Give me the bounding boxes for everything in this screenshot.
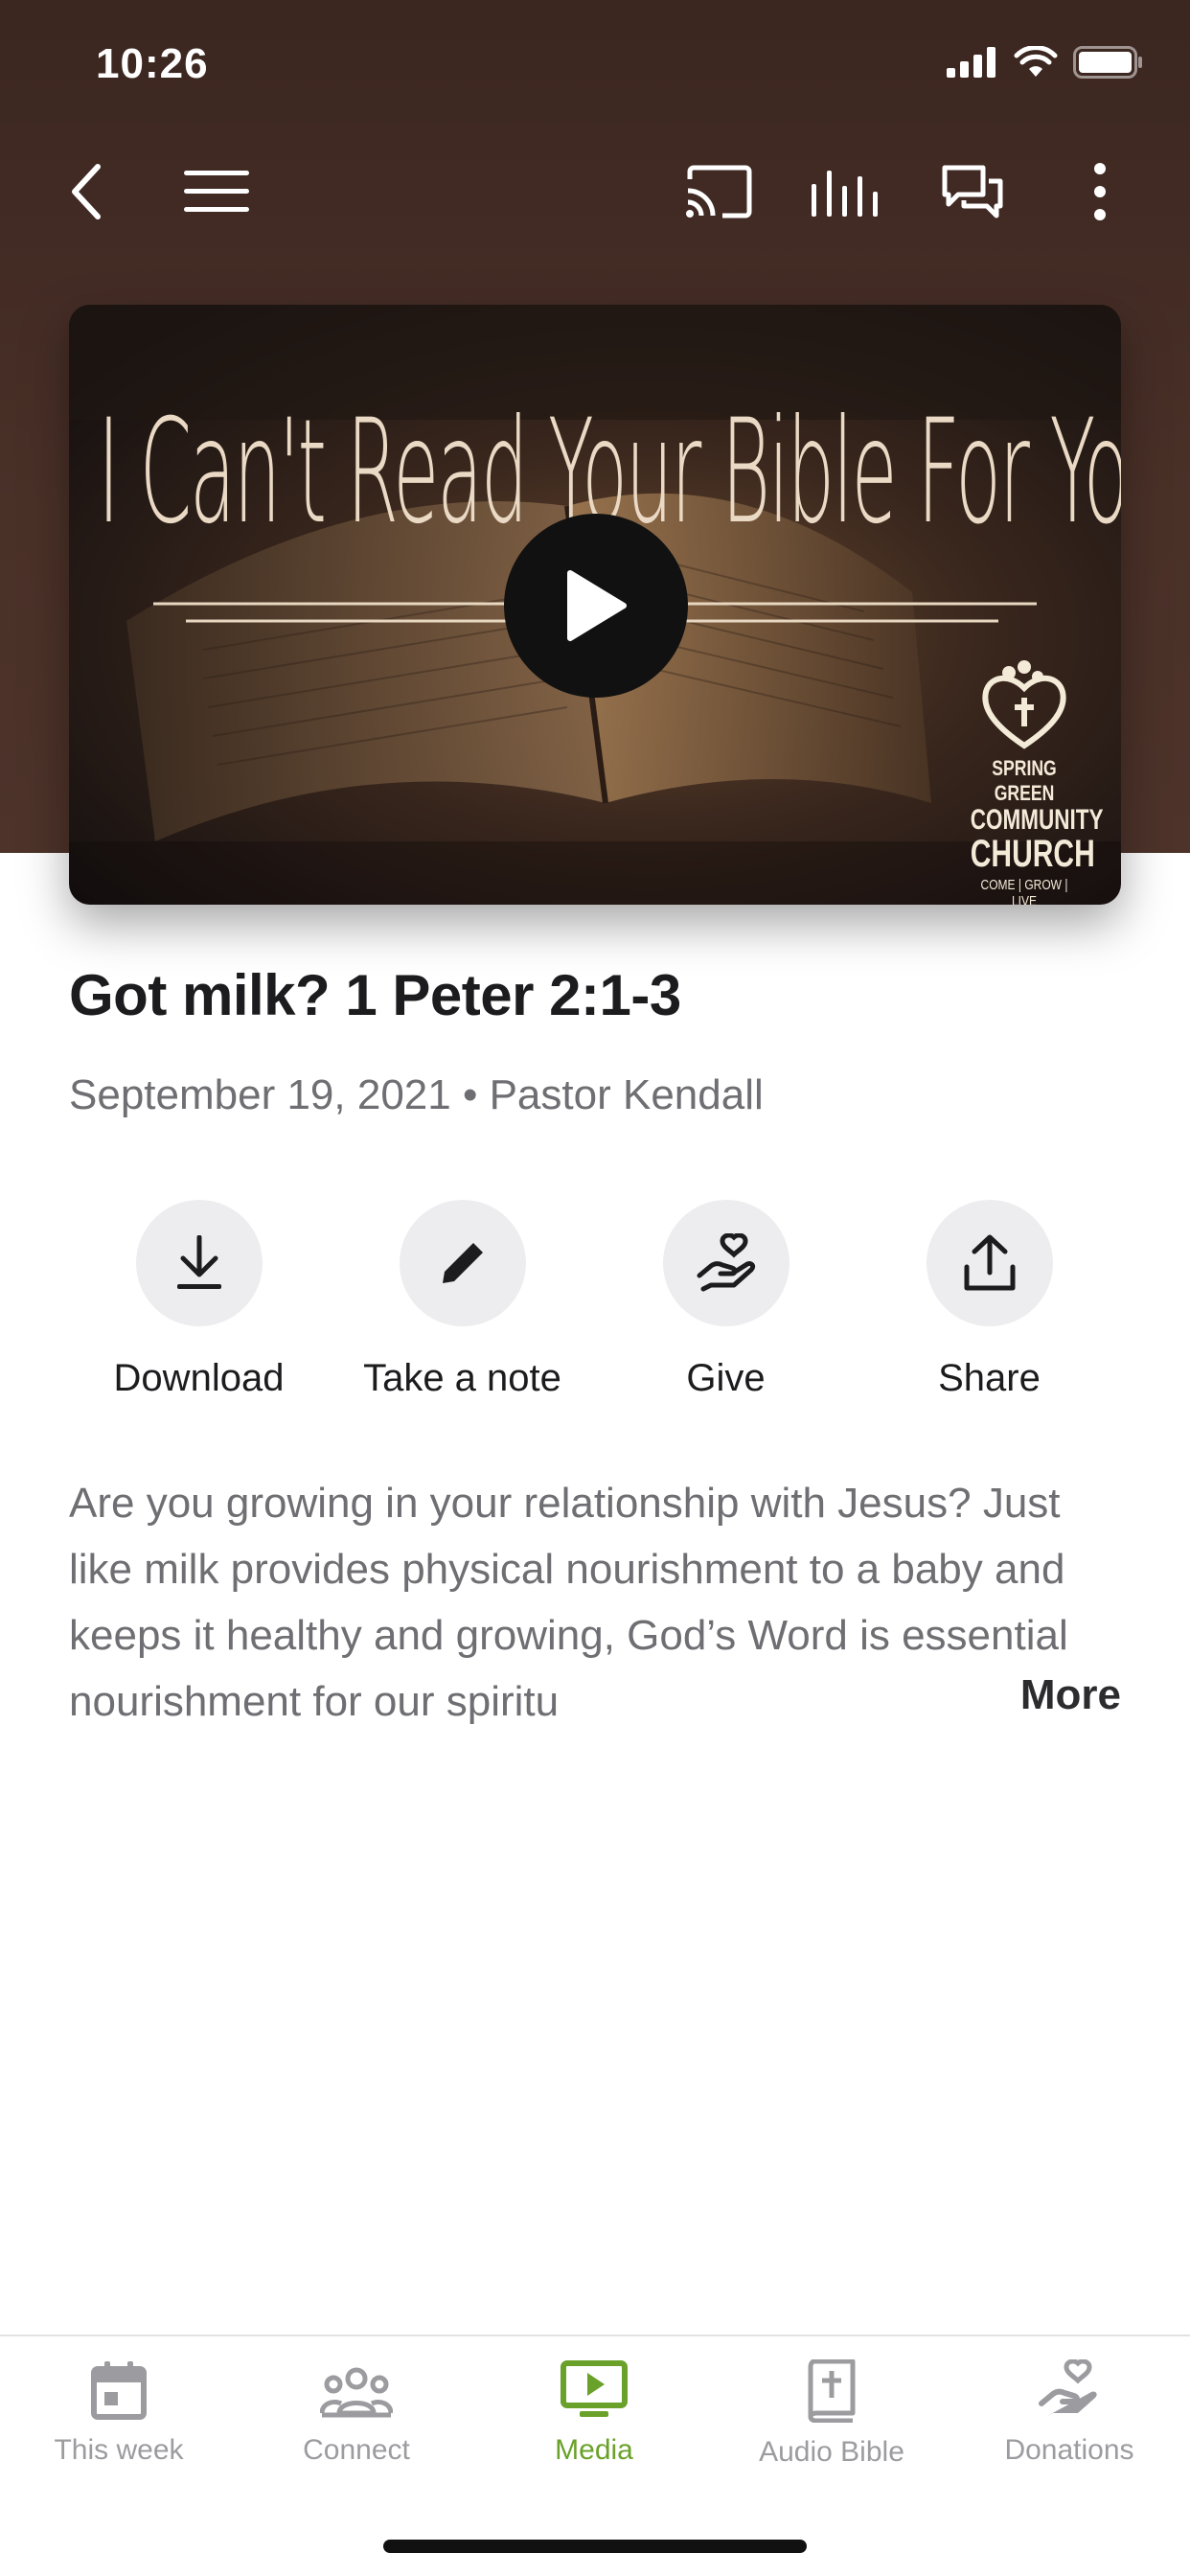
action-row: Download Take a note Give Share xyxy=(67,1200,1121,1400)
tab-this-week[interactable]: This week xyxy=(0,2359,238,2467)
top-toolbar xyxy=(0,126,1190,253)
church-tagline: COME | GROW | LIVE xyxy=(980,877,1068,905)
download-label: Download xyxy=(113,1357,285,1399)
calendar-icon xyxy=(91,2361,147,2420)
tab-this-week-label: This week xyxy=(54,2434,184,2466)
wifi-icon xyxy=(1014,46,1058,77)
cast-icon xyxy=(686,165,752,218)
home-indicator xyxy=(383,2540,807,2553)
menu-icon xyxy=(184,171,249,212)
bible-icon xyxy=(808,2359,856,2423)
take-note-button[interactable]: Take a note xyxy=(331,1200,594,1400)
sermon-title: Got milk? 1 Peter 2:1-3 xyxy=(69,963,681,1027)
download-icon xyxy=(176,1235,221,1289)
tab-connect-label: Connect xyxy=(303,2434,410,2466)
give-hand-heart-icon xyxy=(697,1233,755,1292)
chat-icon xyxy=(942,165,1003,218)
tab-media-label: Media xyxy=(555,2434,633,2466)
audio-levels-button[interactable] xyxy=(807,153,883,230)
tab-donations[interactable]: Donations xyxy=(950,2359,1188,2467)
video-player[interactable]: I Can't Read Your Bible For You SPRING G… xyxy=(69,305,1121,905)
cast-button[interactable] xyxy=(680,153,757,230)
hand-heart-icon xyxy=(1039,2359,1097,2417)
give-button[interactable]: Give xyxy=(594,1200,858,1400)
church-emblem-icon xyxy=(982,660,1066,749)
share-icon xyxy=(964,1234,1015,1291)
sermon-meta: September 19, 2021 • Pastor Kendall xyxy=(69,1071,764,1118)
back-icon xyxy=(72,164,101,219)
play-button[interactable] xyxy=(504,514,688,698)
signal-icon xyxy=(947,47,995,78)
share-button[interactable]: Share xyxy=(858,1200,1121,1400)
more-link[interactable]: More xyxy=(1020,1671,1121,1719)
tab-connect[interactable]: Connect xyxy=(238,2359,475,2467)
give-label: Give xyxy=(686,1357,766,1399)
play-icon xyxy=(567,570,627,641)
church-name-line2: COMMUNITY xyxy=(970,804,1104,836)
more-vertical-icon xyxy=(1094,163,1106,220)
give-circle xyxy=(662,1200,790,1326)
status-bar: 10:26 xyxy=(0,0,1190,126)
take-note-circle xyxy=(399,1200,526,1326)
share-circle xyxy=(926,1200,1053,1326)
tab-audio-bible[interactable]: Audio Bible xyxy=(713,2359,950,2469)
download-circle xyxy=(135,1200,263,1326)
audio-levels-icon xyxy=(812,171,878,217)
battery-icon xyxy=(1073,46,1142,79)
status-icons xyxy=(947,46,1144,79)
tab-donations-label: Donations xyxy=(1004,2434,1134,2466)
church-name-line3: CHURCH xyxy=(970,833,1095,875)
church-logo: SPRING GREEN COMMUNITY CHURCH COME | GRO… xyxy=(952,659,1104,905)
menu-button[interactable] xyxy=(178,153,255,230)
take-note-label: Take a note xyxy=(363,1357,561,1399)
back-button[interactable] xyxy=(48,153,125,230)
tab-audio-bible-label: Audio Bible xyxy=(759,2436,904,2468)
status-time: 10:26 xyxy=(96,40,209,87)
tv-play-icon xyxy=(561,2360,628,2417)
chat-button[interactable] xyxy=(934,153,1011,230)
share-label: Share xyxy=(938,1357,1041,1399)
download-button[interactable]: Download xyxy=(67,1200,331,1400)
pencil-icon xyxy=(442,1243,483,1283)
church-name-line1: SPRING GREEN xyxy=(992,756,1057,805)
tab-media[interactable]: Media xyxy=(475,2359,713,2467)
people-icon xyxy=(320,2367,393,2418)
more-options-button[interactable] xyxy=(1062,153,1138,230)
